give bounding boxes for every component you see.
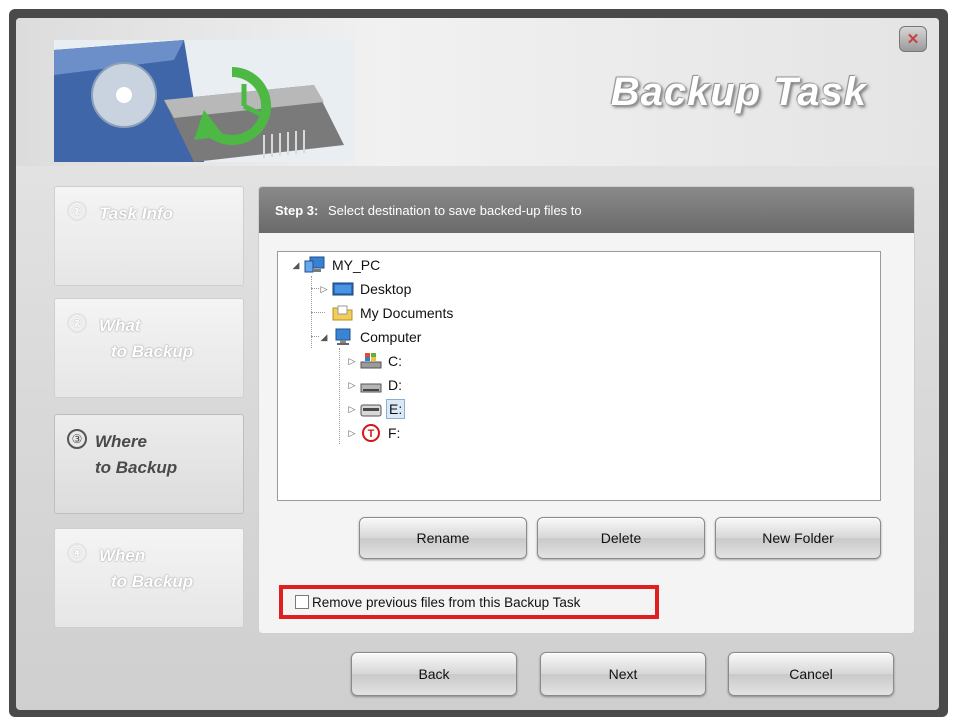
tree-node-label: Computer [360, 329, 422, 345]
tree-node-label: F: [388, 425, 401, 441]
tree-node-drive-f[interactable]: ▷ T F: [346, 422, 402, 444]
collapse-icon[interactable]: ◢ [290, 260, 302, 271]
collapse-icon[interactable]: ◢ [318, 332, 330, 343]
banner-title: Backup Task [610, 70, 867, 114]
step-number-label: Step 3: [275, 203, 319, 218]
step-number: ④ [67, 543, 87, 563]
step-when-to-backup[interactable]: ④ When to Backup [54, 528, 244, 628]
back-button[interactable]: Back [351, 652, 517, 696]
tree-node-my-pc[interactable]: ◢ MY_PC [290, 254, 382, 276]
rename-button[interactable]: Rename [359, 517, 527, 559]
expand-icon[interactable]: ▷ [346, 356, 358, 367]
remove-previous-files-label[interactable]: Remove previous files from this Backup T… [312, 595, 580, 610]
banner: Backup Task ✕ [16, 18, 939, 166]
cancel-button[interactable]: Cancel [728, 652, 894, 696]
removable-drive-icon [360, 404, 382, 417]
step-label: What to Backup [99, 316, 194, 361]
step-label: Where to Backup [95, 432, 178, 477]
step-number: ③ [67, 429, 87, 449]
svg-text:T: T [368, 428, 375, 440]
remove-previous-files-highlight: Remove previous files from this Backup T… [279, 585, 659, 619]
tree-node-computer[interactable]: ◢ Computer [318, 326, 423, 348]
tree-node-label: D: [388, 377, 402, 393]
destination-panel: Step 3: Select destination to save backe… [258, 186, 915, 634]
tree-node-drive-d[interactable]: ▷ D: [346, 374, 404, 396]
tree-node-my-documents[interactable]: My Documents [332, 302, 455, 324]
network-computer-icon [304, 256, 325, 273]
step-number: ① [67, 201, 87, 221]
tree-node-label: MY_PC [332, 257, 381, 273]
close-button[interactable]: ✕ [899, 26, 927, 52]
step-what-to-backup[interactable]: ② What to Backup [54, 298, 244, 398]
backup-banner-illustration-icon [54, 40, 354, 162]
step-label: Task Info [99, 204, 173, 223]
new-folder-button[interactable]: New Folder [715, 517, 881, 559]
desktop-icon [332, 282, 354, 296]
next-button[interactable]: Next [540, 652, 706, 696]
step-task-info[interactable]: ① Task Info [54, 186, 244, 286]
tree-node-label: My Documents [360, 305, 454, 321]
backup-task-window: Backup Task ✕ ① Task Info ② What to Backu… [16, 18, 939, 710]
expand-icon[interactable]: ▷ [346, 404, 358, 415]
tree-node-drive-e[interactable]: ▷ E: [346, 398, 406, 420]
system-drive-icon [360, 353, 382, 369]
step-where-to-backup[interactable]: ③ Where to Backup [54, 414, 244, 514]
step-label: When to Backup [99, 546, 194, 591]
tree-node-label: Desktop [360, 281, 412, 297]
tree-node-desktop[interactable]: ▷ Desktop [318, 278, 413, 300]
panel-header: Step 3: Select destination to save backe… [259, 187, 914, 233]
expand-icon[interactable]: ▷ [346, 428, 358, 439]
hard-drive-icon [360, 383, 382, 393]
tree-node-label: E: [386, 399, 406, 419]
tree-node-label: C: [388, 353, 402, 369]
delete-button[interactable]: Delete [537, 517, 705, 559]
folder-icon [332, 305, 353, 321]
step-instruction: Select destination to save backed-up fil… [327, 203, 582, 218]
computer-icon [335, 328, 351, 345]
remove-previous-files-checkbox[interactable] [295, 595, 309, 609]
expand-icon[interactable]: ▷ [318, 284, 330, 295]
network-drive-icon: T [362, 424, 380, 442]
tree-node-drive-c[interactable]: ▷ C: [346, 350, 404, 372]
step-number: ② [67, 313, 87, 333]
close-icon: ✕ [906, 31, 920, 48]
expand-icon[interactable]: ▷ [346, 380, 358, 391]
folder-tree[interactable]: ◢ MY_PC ▷ Desktop My Documents ◢ Compute… [277, 251, 881, 501]
